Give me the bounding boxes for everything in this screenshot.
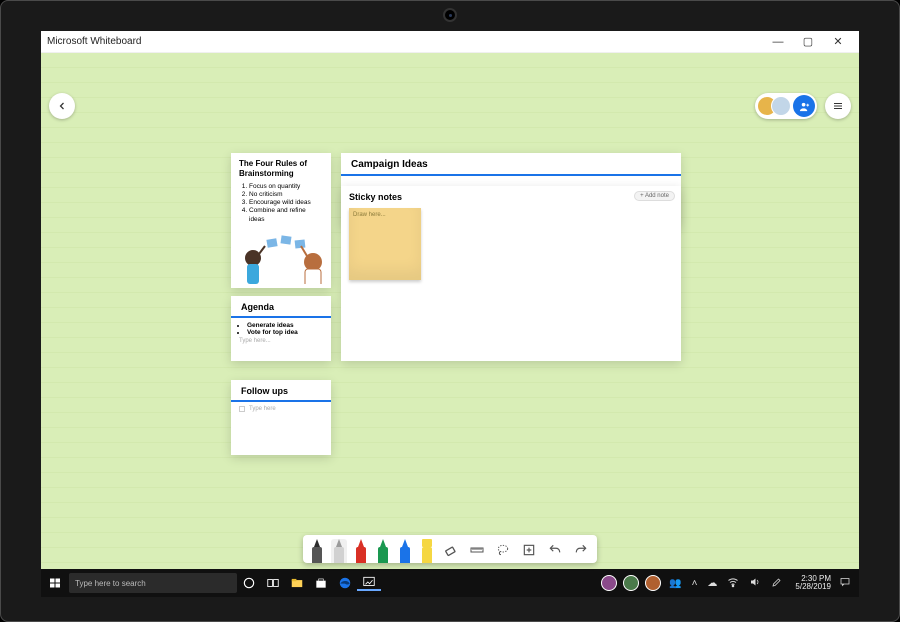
start-button[interactable] xyxy=(41,577,69,589)
task-view-icon[interactable] xyxy=(261,576,285,590)
window-title: Microsoft Whiteboard xyxy=(47,36,141,47)
undo-button[interactable] xyxy=(545,540,565,560)
invite-button[interactable] xyxy=(793,95,815,117)
rules-list: Focus on quantity No criticism Encourage… xyxy=(239,183,323,224)
tray-avatar[interactable] xyxy=(645,575,661,591)
ink-icon[interactable] xyxy=(769,576,785,591)
cortana-icon[interactable] xyxy=(237,576,261,590)
network-icon[interactable] xyxy=(725,576,741,591)
pen-gray[interactable] xyxy=(331,539,347,563)
rules-item: No criticism xyxy=(249,191,323,199)
rules-item: Encourage wild ideas xyxy=(249,199,323,207)
ruler-tool[interactable] xyxy=(467,540,487,560)
arrow-left-icon xyxy=(56,100,68,112)
agenda-item: Vote for top idea xyxy=(247,329,323,336)
clock-date: 5/28/2019 xyxy=(795,583,831,591)
pen-toolbar xyxy=(303,535,597,563)
system-tray: 👥 ˄ ☁ 2:30 PM 5/28/2019 xyxy=(601,575,859,592)
onedrive-icon[interactable]: ☁ xyxy=(705,578,719,589)
rules-title: The Four Rules of Brainstorming xyxy=(239,159,323,179)
volume-icon[interactable] xyxy=(747,576,763,591)
checkbox[interactable] xyxy=(239,406,245,412)
eraser-tool[interactable] xyxy=(441,540,461,560)
sticky-note-placeholder: Draw here... xyxy=(349,208,421,222)
pen-red[interactable] xyxy=(353,539,369,563)
redo-button[interactable] xyxy=(571,540,591,560)
rules-card[interactable]: The Four Rules of Brainstorming Focus on… xyxy=(231,153,331,288)
followups-placeholder[interactable]: Type here xyxy=(231,402,331,416)
back-button[interactable] xyxy=(49,93,75,119)
followups-card[interactable]: Follow ups Type here xyxy=(231,380,331,455)
whiteboard-canvas[interactable]: The Four Rules of Brainstorming Focus on… xyxy=(41,53,859,569)
action-center-icon[interactable] xyxy=(837,576,853,591)
lasso-tool[interactable] xyxy=(493,540,513,560)
taskbar-clock[interactable]: 2:30 PM 5/28/2019 xyxy=(791,575,831,592)
followups-placeholder-text: Type here xyxy=(249,406,276,412)
followups-title: Follow ups xyxy=(231,380,331,402)
add-note-button[interactable]: + Add note xyxy=(634,191,675,201)
search-placeholder: Type here to search xyxy=(75,579,146,588)
file-explorer-icon[interactable] xyxy=(285,576,309,590)
pen-green[interactable] xyxy=(375,539,391,563)
presence-avatars[interactable] xyxy=(755,93,817,119)
sticky-notes-title: Sticky notes xyxy=(349,192,402,202)
brainstorm-illustration xyxy=(235,234,335,284)
agenda-item: Generate ideas xyxy=(247,322,323,329)
windows-logo-icon xyxy=(49,577,61,589)
agenda-card[interactable]: Agenda Generate ideas Vote for top idea … xyxy=(231,296,331,361)
windows-taskbar: Type here to search 👥 ˄ ☁ xyxy=(41,569,859,597)
window-titlebar: Microsoft Whiteboard — ▢ ✕ xyxy=(41,31,859,53)
agenda-title: Agenda xyxy=(231,296,331,318)
window-close-button[interactable]: ✕ xyxy=(823,35,853,48)
agenda-placeholder[interactable]: Type here... xyxy=(231,336,331,344)
pen-black[interactable] xyxy=(309,539,325,563)
edge-icon[interactable] xyxy=(333,576,357,590)
screen: Microsoft Whiteboard — ▢ ✕ The xyxy=(41,31,859,597)
pen-blue[interactable] xyxy=(397,539,413,563)
window-minimize-button[interactable]: — xyxy=(763,36,793,48)
tablet-bezel: Microsoft Whiteboard — ▢ ✕ The xyxy=(0,0,900,622)
sticky-note[interactable]: Draw here... xyxy=(349,208,421,280)
window-maximize-button[interactable]: ▢ xyxy=(793,35,823,48)
campaign-title: Campaign Ideas xyxy=(341,153,681,176)
store-icon[interactable] xyxy=(309,576,333,590)
rules-item: Combine and refine ideas xyxy=(249,207,323,223)
highlighter-yellow[interactable] xyxy=(419,539,435,563)
settings-menu-button[interactable] xyxy=(825,93,851,119)
rules-item: Focus on quantity xyxy=(249,183,323,191)
avatar-user-2 xyxy=(771,96,791,116)
front-camera xyxy=(443,8,457,22)
agenda-list: Generate ideas Vote for top idea xyxy=(231,318,331,336)
menu-icon xyxy=(832,100,844,112)
tray-avatar[interactable] xyxy=(601,575,617,591)
whiteboard-taskbar-icon[interactable] xyxy=(357,575,381,591)
tray-avatar[interactable] xyxy=(623,575,639,591)
person-add-icon xyxy=(799,101,810,112)
tray-chevron-icon[interactable]: ˄ xyxy=(690,578,700,589)
taskbar-search[interactable]: Type here to search xyxy=(69,573,237,593)
people-icon[interactable]: 👥 xyxy=(667,578,683,589)
sticky-notes-card[interactable]: Sticky notes + Add note Draw here... xyxy=(341,186,681,361)
add-tool[interactable] xyxy=(519,540,539,560)
